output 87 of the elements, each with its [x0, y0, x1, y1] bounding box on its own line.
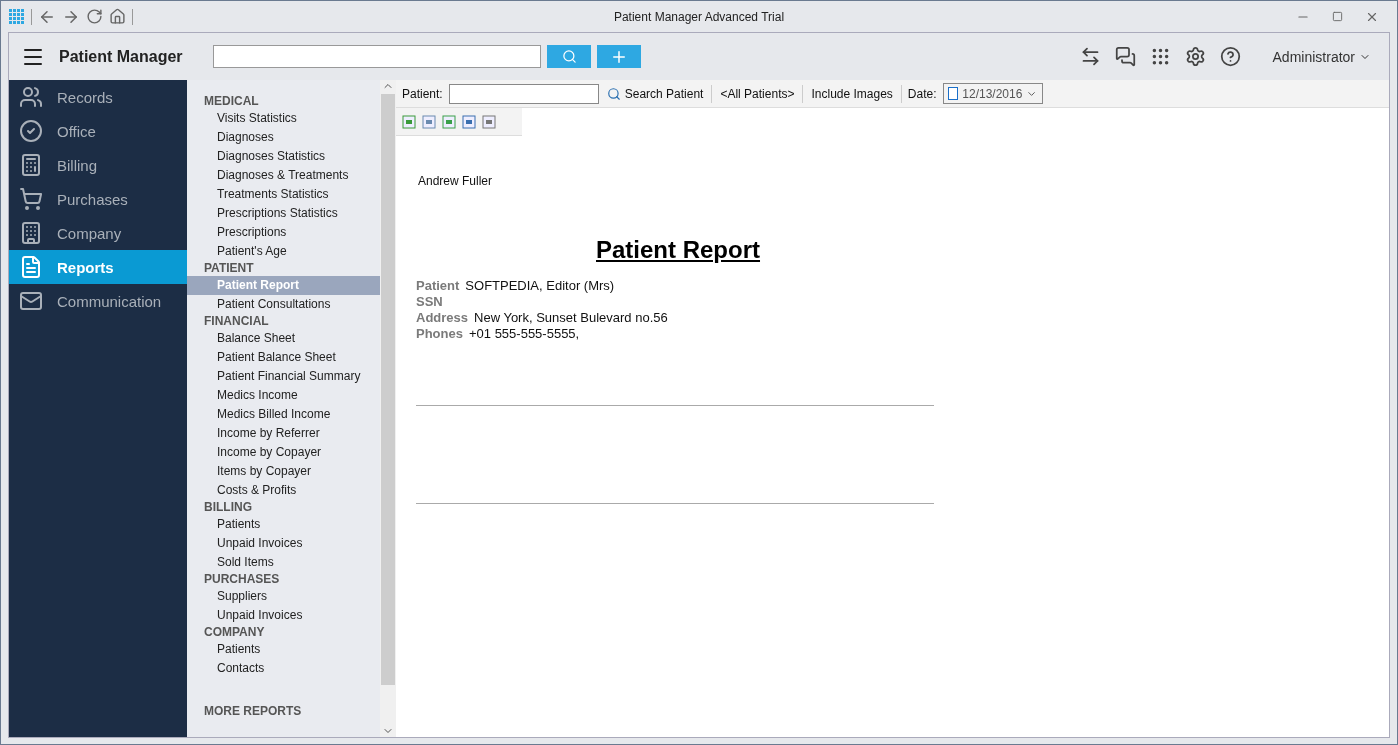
home-icon[interactable] — [109, 8, 126, 25]
toolbar-button[interactable] — [422, 114, 436, 129]
people-icon — [19, 85, 43, 109]
field-value: +01 555-555-5555, — [468, 326, 580, 342]
add-button[interactable] — [597, 45, 641, 68]
doctor-name: Andrew Fuller — [418, 174, 494, 188]
report-item[interactable]: Patients — [187, 640, 380, 659]
report-item[interactable]: Patient Balance Sheet — [187, 348, 380, 367]
date-picker[interactable]: 12/13/2016 — [942, 83, 1043, 104]
report-item[interactable]: Prescriptions — [187, 223, 380, 242]
date-label: Date: — [907, 86, 937, 101]
nav-item[interactable]: Billing — [9, 148, 187, 182]
report-item[interactable]: Unpaid Invoices — [187, 534, 380, 553]
report-item[interactable]: Suppliers — [187, 587, 380, 606]
building-icon — [19, 221, 43, 245]
report-item[interactable]: Prescriptions Statistics — [187, 204, 380, 223]
section-heading: PATIENT — [203, 261, 255, 276]
refresh-icon[interactable] — [86, 8, 103, 25]
page-magnifier-icon — [462, 114, 476, 129]
report-item[interactable]: Balance Sheet — [187, 329, 380, 348]
search-icon — [561, 49, 577, 64]
field-label: Phones — [416, 326, 463, 342]
app-grid-icon — [9, 8, 25, 25]
envelope-icon — [19, 289, 43, 313]
report-item[interactable]: Treatments Statistics — [187, 185, 380, 204]
report-item[interactable]: Patients — [187, 515, 380, 534]
section-heading: PURCHASES — [203, 572, 281, 587]
chat-icon[interactable] — [1114, 46, 1136, 67]
field-label: Address — [416, 310, 469, 326]
help-icon[interactable] — [1219, 46, 1241, 67]
document-icon — [19, 255, 43, 279]
report-item[interactable]: Costs & Profits — [187, 481, 380, 500]
section-heading: BILLING — [203, 500, 253, 515]
patient-field[interactable] — [448, 83, 599, 104]
section-heading: COMPANY — [203, 625, 266, 640]
nav-item[interactable]: Records — [9, 80, 187, 114]
field-label: SSN — [416, 294, 443, 310]
report-item[interactable]: Unpaid Invoices — [187, 606, 380, 625]
field-label: Patient — [416, 278, 460, 294]
settings-icon[interactable] — [1184, 46, 1206, 67]
cart-icon — [19, 187, 43, 211]
nav-item[interactable]: Communication — [9, 284, 187, 318]
maximize-icon[interactable] — [1332, 9, 1343, 24]
search-button[interactable] — [547, 45, 591, 68]
report-item[interactable]: Income by Referrer — [187, 424, 380, 443]
toolbar-button[interactable] — [402, 114, 416, 129]
report-item[interactable]: Diagnoses — [187, 128, 380, 147]
toolbar-button[interactable] — [442, 114, 456, 129]
image-icon — [422, 114, 436, 129]
report-item[interactable]: Patient Financial Summary — [187, 367, 380, 386]
nav-item[interactable]: Office — [9, 114, 187, 148]
search-icon — [606, 86, 621, 101]
check-circle-icon — [19, 119, 43, 143]
report-item[interactable]: Contacts — [187, 659, 380, 678]
date-checkbox[interactable] — [947, 87, 959, 100]
nav-item[interactable]: Purchases — [9, 182, 187, 216]
report-item[interactable]: Diagnoses & Treatments — [187, 166, 380, 185]
report-item[interactable]: Sold Items — [187, 553, 380, 572]
section-heading: MORE REPORTS — [203, 704, 303, 719]
printer-check-icon — [442, 114, 456, 129]
report-item[interactable]: Medics Billed Income — [187, 405, 380, 424]
app-name: Patient Manager — [59, 47, 184, 66]
toolbar-button[interactable] — [482, 114, 496, 129]
patient-label: Patient: — [402, 86, 443, 101]
search-patient-button[interactable]: Search Patient — [604, 86, 706, 101]
report-item[interactable]: Income by Copayer — [187, 443, 380, 462]
report-item[interactable]: Items by Copayer — [187, 462, 380, 481]
field-value: New York, Sunset Bulevard no.56 — [474, 310, 668, 326]
include-images-button[interactable]: Include Images — [809, 86, 895, 101]
report-item[interactable]: Medics Income — [187, 386, 380, 405]
scrollbar[interactable] — [380, 80, 396, 737]
search-field[interactable] — [213, 45, 541, 68]
report-title: Patient Report — [596, 236, 761, 264]
report-item[interactable]: Diagnoses Statistics — [187, 147, 380, 166]
nav-item[interactable]: Company — [9, 216, 187, 250]
field-value: SOFTPEDIA, Editor (Mrs) — [465, 278, 615, 294]
section-heading: MEDICAL — [203, 94, 260, 109]
toolbar-button[interactable] — [462, 114, 476, 129]
window-title: Patient Manager Advanced Trial — [613, 9, 785, 24]
calculator-icon — [19, 153, 43, 177]
section-heading: FINANCIAL — [203, 314, 270, 329]
user-menu[interactable]: Administrator — [1266, 47, 1377, 66]
report-item[interactable]: Visits Statistics — [187, 109, 380, 128]
report-item[interactable]: Patient Consultations — [187, 295, 380, 314]
printer-icon — [482, 114, 496, 129]
report-item[interactable]: Patient's Age — [187, 242, 380, 261]
all-patients-button[interactable]: <All Patients> — [718, 86, 797, 101]
